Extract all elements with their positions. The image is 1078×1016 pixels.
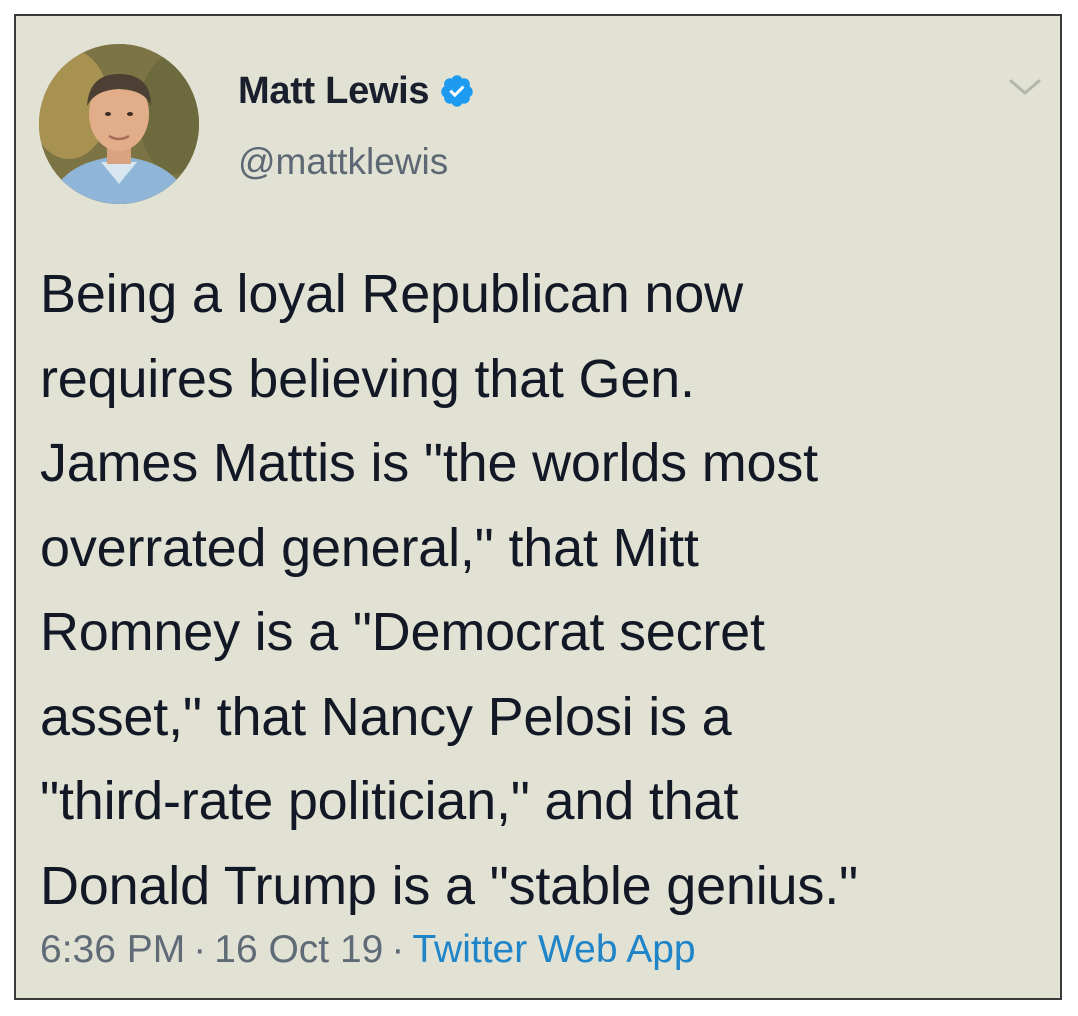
tweet-text-line: James Mattis is "the worlds most bbox=[40, 433, 818, 493]
tweet-text-line: Donald Trump is a "stable genius." bbox=[40, 855, 858, 916]
tweet-text-line: Being a loyal Republican now bbox=[40, 264, 743, 324]
tweet-meta: 6:36 PM · 16 Oct 19 · Twitter Web App bbox=[40, 928, 696, 972]
profile-photo bbox=[39, 44, 199, 204]
meta-separator: · bbox=[193, 928, 207, 971]
tweet-date[interactable]: 16 Oct 19 bbox=[214, 928, 383, 971]
verified-badge-icon bbox=[441, 75, 473, 107]
tweet-text: Being a loyal Republican now requires be… bbox=[40, 252, 1045, 928]
tweet-time[interactable]: 6:36 PM bbox=[40, 928, 185, 971]
author-handle[interactable]: @mattklewis bbox=[238, 141, 448, 183]
tweet-text-line: overrated general," that Mitt bbox=[40, 517, 699, 578]
author-display-name[interactable]: Matt Lewis bbox=[238, 70, 430, 113]
tweet-text-line: "third-rate politician," and that bbox=[40, 771, 739, 831]
tweet-text-line: Romney is a "Democrat secret bbox=[40, 602, 765, 662]
chevron-down-icon[interactable] bbox=[1008, 74, 1042, 100]
meta-separator: · bbox=[391, 928, 405, 971]
tweet-source-link[interactable]: Twitter Web App bbox=[412, 928, 695, 971]
author-avatar[interactable] bbox=[39, 44, 199, 204]
tweet-text-line: asset," that Nancy Pelosi is a bbox=[40, 686, 732, 747]
tweet-text-line: requires believing that Gen. bbox=[40, 348, 695, 409]
tweet-card: Matt Lewis @mattklewis Being a loyal Rep… bbox=[14, 14, 1062, 1000]
author-name-row[interactable]: Matt Lewis bbox=[238, 68, 475, 114]
